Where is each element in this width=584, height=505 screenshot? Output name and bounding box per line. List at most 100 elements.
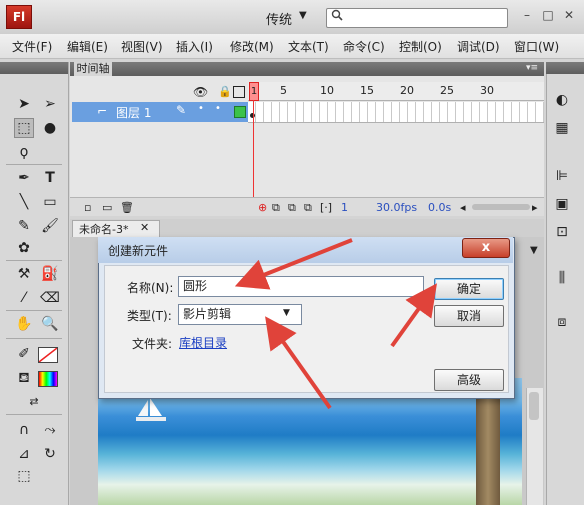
chevron-down-icon[interactable]: ▼ <box>283 308 290 318</box>
snap-magnet-icon[interactable]: ∩ <box>14 420 34 440</box>
frame-tick: 5 <box>280 84 287 97</box>
edit-multiple-icon[interactable]: ⧉ <box>304 201 312 215</box>
search-input[interactable] <box>326 8 508 28</box>
frame-tick: 15 <box>360 84 374 97</box>
frame-cells[interactable] <box>248 102 544 123</box>
timeline-header <box>70 62 544 76</box>
menu-control[interactable]: 控制(O) <box>399 38 442 55</box>
rotate-icon[interactable]: ↻ <box>40 444 60 464</box>
dialog-title: 创建新元件 <box>108 244 169 258</box>
time-value[interactable]: 0.0s <box>428 201 451 214</box>
menu-file[interactable]: 文件(F) <box>12 38 52 55</box>
menu-commands[interactable]: 命令(C) <box>343 38 385 55</box>
eyedropper-tool-icon[interactable]: ⁄ <box>14 288 34 308</box>
smooth-icon[interactable]: ⤳ <box>40 420 60 440</box>
fill-color-swatch[interactable] <box>38 371 58 387</box>
align-icon[interactable]: ⊫ <box>552 166 572 186</box>
paint-bucket-tool-icon[interactable]: ⛽ <box>40 264 60 284</box>
stroke-color-icon[interactable]: ✐ <box>14 344 34 364</box>
straighten-icon[interactable]: ⊿ <box>14 444 34 464</box>
symbol-name-input[interactable]: 圆形 <box>178 276 424 297</box>
chevron-down-icon[interactable]: ▼ <box>530 245 538 256</box>
frame-ruler[interactable] <box>248 82 544 101</box>
hand-tool-icon[interactable]: ✋ <box>14 314 34 334</box>
center-frame-icon[interactable]: ⊕ <box>258 201 267 214</box>
close-tab-icon[interactable]: ✕ <box>140 221 149 234</box>
layer-name[interactable]: 图层 1 <box>116 104 151 121</box>
library-icon[interactable]: ⫼ <box>552 268 572 288</box>
scroll-thumb[interactable] <box>529 392 539 420</box>
text-tool-icon[interactable]: T <box>40 168 60 188</box>
outline-icon[interactable] <box>233 86 245 98</box>
stroke-color-swatch[interactable] <box>38 347 58 363</box>
panel-menu-icon[interactable]: ▾≡ <box>526 63 538 73</box>
bone-tool-icon[interactable]: ⚒ <box>14 264 34 284</box>
lock-dot[interactable]: • <box>215 103 221 114</box>
color-wheel-icon[interactable]: ◐ <box>552 90 572 110</box>
menu-debug[interactable]: 调试(D) <box>457 38 500 55</box>
scroll-right-icon[interactable]: ▸ <box>532 201 538 214</box>
modify-markers-icon[interactable]: [·] <box>320 201 332 214</box>
menu-text[interactable]: 文本(T) <box>288 38 329 55</box>
deco-tool-icon[interactable]: ✿ <box>14 238 34 258</box>
playhead-line <box>253 100 254 212</box>
brush-tool-icon[interactable]: 🖌 <box>40 216 60 236</box>
zoom-tool-icon[interactable]: 🔍 <box>40 314 60 334</box>
eye-icon[interactable]: 👁 <box>193 85 208 99</box>
transform-icon[interactable]: ⊡ <box>552 222 572 242</box>
menu-view[interactable]: 视图(V) <box>121 38 163 55</box>
advanced-button[interactable]: 高级 <box>434 369 504 391</box>
menu-insert[interactable]: 插入(I) <box>176 38 213 55</box>
close-icon[interactable]: ✕ <box>562 8 576 22</box>
line-tool-icon[interactable]: ╲ <box>14 192 34 212</box>
swatches-icon[interactable]: ▦ <box>552 118 572 138</box>
layer-outline-color[interactable] <box>234 106 246 118</box>
frame-tick: 20 <box>400 84 414 97</box>
visibility-dot[interactable]: • <box>198 103 204 114</box>
eraser-tool-icon[interactable]: ⌫ <box>40 288 60 308</box>
info-icon[interactable]: ▣ <box>552 194 572 214</box>
search-icon <box>331 9 343 21</box>
pen-tool-icon[interactable]: ✒ <box>14 168 34 188</box>
fps-value[interactable]: 30.0fps <box>376 201 417 214</box>
dialog-close-button[interactable]: x <box>462 238 510 258</box>
swap-colors-icon[interactable]: ⇄ <box>24 392 44 412</box>
free-transform-tool-icon[interactable]: ⬚ <box>14 118 34 138</box>
fill-color-icon[interactable]: ⛾ <box>14 368 34 388</box>
menu-modify[interactable]: 修改(M) <box>230 38 274 55</box>
tools-panel-header[interactable] <box>0 62 68 74</box>
type-label: 类型(T): <box>127 309 172 323</box>
scale-icon[interactable]: ⬚ <box>14 466 34 486</box>
pencil-tool-icon[interactable]: ✎ <box>14 216 34 236</box>
current-frame-value[interactable]: 1 <box>341 201 348 214</box>
onion-outline-icon[interactable]: ⧉ <box>288 201 296 215</box>
subselection-tool-icon[interactable]: ➢ <box>40 94 60 114</box>
cancel-button[interactable]: 取消 <box>434 305 504 327</box>
lasso-tool-icon[interactable]: ϙ <box>14 142 34 162</box>
onion-skin-icon[interactable]: ⧉ <box>272 201 280 215</box>
workspace-switcher[interactable]: 传统 <box>266 9 292 28</box>
chevron-down-icon[interactable]: ▼ <box>299 10 307 21</box>
menu-window[interactable]: 窗口(W) <box>514 38 559 55</box>
scroll-left-icon[interactable]: ◂ <box>460 201 466 214</box>
playhead[interactable]: 1 <box>249 82 259 101</box>
new-folder-icon[interactable]: ▭ <box>102 201 112 214</box>
components-icon[interactable]: ⧈ <box>552 312 572 332</box>
lock-icon[interactable]: 🔒 <box>218 85 232 98</box>
tools-divider <box>6 164 62 165</box>
selection-tool-icon[interactable]: ➤ <box>14 94 34 114</box>
minimize-icon[interactable]: – <box>520 8 534 22</box>
delete-layer-icon[interactable]: 🗑 <box>120 201 134 214</box>
timeline-scrollbar[interactable] <box>472 204 530 210</box>
rectangle-tool-icon[interactable]: ▭ <box>40 192 60 212</box>
new-layer-icon[interactable]: ▫ <box>84 201 91 214</box>
right-dock-header[interactable] <box>546 62 584 74</box>
no-color-icon <box>38 347 58 363</box>
3d-rotation-tool-icon[interactable]: ● <box>40 118 60 138</box>
folder-link[interactable]: 库根目录 <box>179 334 227 351</box>
tab-timeline[interactable]: 时间轴 <box>74 62 112 76</box>
menu-edit[interactable]: 编辑(E) <box>67 38 108 55</box>
ok-button[interactable]: 确定 <box>434 278 504 300</box>
maximize-icon[interactable]: □ <box>541 8 555 22</box>
flash-logo-icon: Fl <box>6 5 32 29</box>
